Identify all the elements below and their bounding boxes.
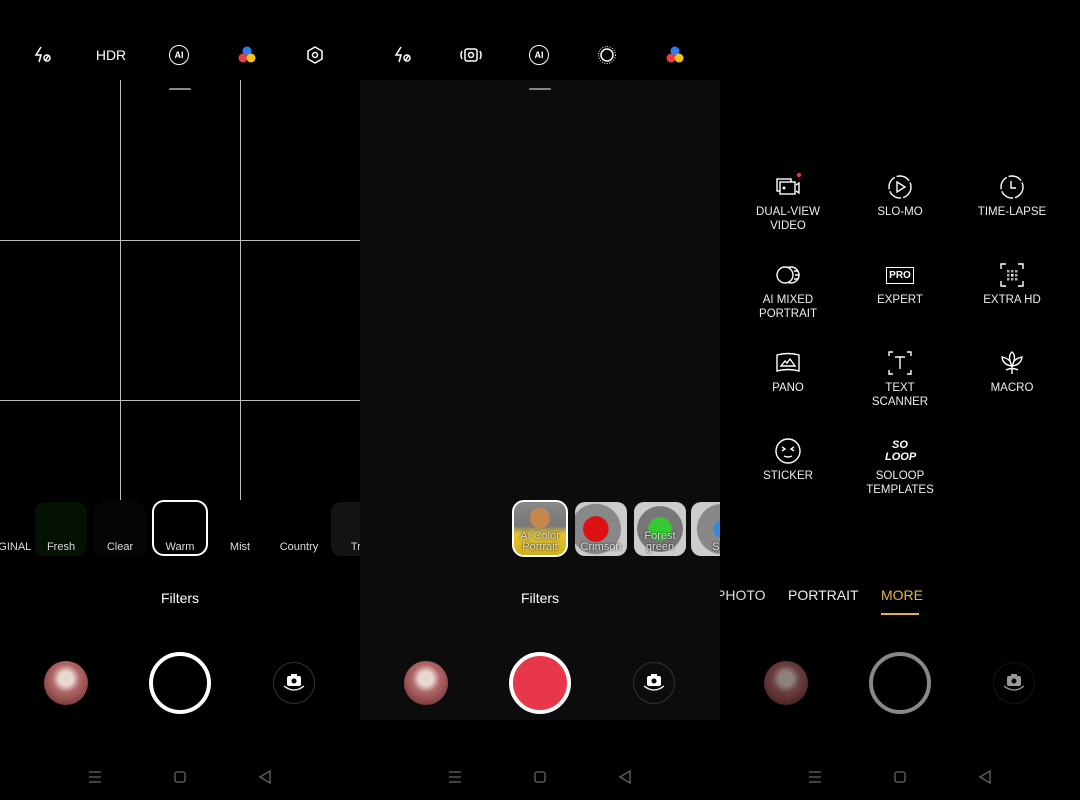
- mode-label: TEXT SCANNER: [871, 382, 929, 408]
- filter-label: Sky b: [712, 541, 720, 553]
- grid-line: [0, 240, 360, 241]
- menu-nav-icon[interactable]: [806, 768, 824, 786]
- more-modes-panel: DUAL-VIEW VIDEO SLO-MO TIME-LAPSE AI MIX…: [720, 0, 1080, 800]
- extra-hd-icon: [1000, 263, 1024, 287]
- grid-line: [240, 80, 241, 500]
- back-nav-icon[interactable]: [256, 768, 274, 786]
- time-lapse-icon: [1000, 175, 1024, 199]
- macro-icon: [1001, 351, 1023, 374]
- flash-off-icon[interactable]: [390, 42, 416, 68]
- switch-camera-button[interactable]: [273, 662, 315, 704]
- mode-dual-view-video[interactable]: DUAL-VIEW VIDEO: [733, 172, 843, 233]
- switch-camera-button[interactable]: [633, 662, 675, 704]
- shutter-button[interactable]: [149, 652, 211, 714]
- mode-label: AI MIXED PORTRAIT: [759, 294, 817, 320]
- switch-camera-icon: [1003, 674, 1025, 691]
- drawer-handle[interactable]: [169, 88, 191, 90]
- mode-macro[interactable]: MACRO: [957, 348, 1067, 395]
- video-panel: AI AI Color Portrait Crimson Forest gree…: [360, 0, 720, 800]
- brightness-icon[interactable]: [594, 42, 620, 68]
- menu-nav-icon[interactable]: [446, 768, 464, 786]
- photo-panel: HDR AI ORIGINAL Fresh Clear Warm Mist Co…: [0, 0, 360, 800]
- mode-ai-mixed-portrait[interactable]: AI MIXED PORTRAIT: [733, 260, 843, 321]
- menu-nav-icon[interactable]: [86, 768, 104, 786]
- ai-icon[interactable]: AI: [166, 42, 192, 68]
- mode-tab-portrait[interactable]: PORTRAIT: [788, 587, 859, 603]
- back-nav-icon[interactable]: [976, 768, 994, 786]
- mode-soloop-templates[interactable]: SO LOOP SOLOOP TEMPLATES: [845, 436, 955, 497]
- mode-label: MACRO: [990, 382, 1034, 394]
- panorama-icon: [776, 352, 800, 372]
- active-tab-indicator: [881, 613, 919, 615]
- mode-label: TIME-LAPSE: [977, 206, 1047, 218]
- home-nav-icon[interactable]: [171, 768, 189, 786]
- gallery-thumbnail[interactable]: [764, 661, 808, 705]
- ai-mixed-portrait-icon: [776, 266, 800, 284]
- mode-pano[interactable]: PANO: [733, 348, 843, 395]
- text-scanner-icon: [888, 351, 912, 375]
- mode-tab-photo[interactable]: PHOTO: [720, 587, 766, 603]
- gallery-thumbnail[interactable]: [404, 661, 448, 705]
- ai-label: AI: [169, 45, 189, 65]
- filter-label: Forest green: [644, 530, 676, 553]
- filters-title: Filters: [160, 590, 200, 606]
- mode-label: STICKER: [763, 470, 813, 482]
- dual-view-video-icon: [776, 172, 802, 195]
- filter-label: Country: [279, 541, 319, 553]
- switch-camera-button[interactable]: [993, 662, 1035, 704]
- filters-title: Filters: [520, 590, 560, 606]
- color-filter-icon[interactable]: [234, 42, 260, 68]
- mode-label: SLO-MO: [877, 206, 923, 218]
- filter-label: Crimson: [580, 541, 622, 553]
- mode-label: PANO: [772, 382, 804, 394]
- switch-camera-icon: [643, 674, 665, 691]
- hdr-icon[interactable]: HDR: [96, 42, 126, 68]
- grid-line: [0, 400, 360, 401]
- mode-label: SOLOOP TEMPLATES: [866, 470, 934, 496]
- color-filter-icon[interactable]: [662, 42, 688, 68]
- filter-label: AI Color Portrait: [520, 530, 560, 553]
- mode-sticker[interactable]: STICKER: [733, 436, 843, 483]
- shutter-button[interactable]: [869, 652, 931, 714]
- pro-icon: PRO: [885, 260, 915, 290]
- drawer-handle[interactable]: [529, 88, 551, 90]
- mode-slo-mo[interactable]: SLO-MO: [845, 172, 955, 219]
- gallery-thumbnail[interactable]: [44, 661, 88, 705]
- home-nav-icon[interactable]: [891, 768, 909, 786]
- mode-text-scanner[interactable]: TEXT SCANNER: [845, 348, 955, 409]
- mode-label: EXTRA HD: [983, 294, 1041, 306]
- pro-icon-text: PRO: [886, 266, 914, 284]
- mode-time-lapse[interactable]: TIME-LAPSE: [957, 172, 1067, 219]
- back-nav-icon[interactable]: [616, 768, 634, 786]
- mode-label: EXPERT: [877, 294, 923, 306]
- flash-off-icon[interactable]: [30, 42, 56, 68]
- sticker-icon: [775, 438, 801, 464]
- settings-icon[interactable]: [302, 42, 328, 68]
- mode-expert[interactable]: PRO EXPERT: [845, 260, 955, 307]
- grid-line: [120, 80, 121, 500]
- camera-stabilize-icon[interactable]: [458, 42, 484, 68]
- ai-label: AI: [529, 45, 549, 65]
- ai-icon[interactable]: AI: [526, 42, 552, 68]
- slow-motion-icon: [888, 175, 912, 199]
- filter-label: Travel: [350, 541, 360, 553]
- mode-label: DUAL-VIEW VIDEO: [756, 206, 820, 232]
- viewfinder[interactable]: [360, 80, 720, 720]
- home-nav-icon[interactable]: [531, 768, 549, 786]
- mode-tab-more[interactable]: MORE: [881, 587, 923, 603]
- switch-camera-icon: [283, 674, 305, 691]
- record-button[interactable]: [509, 652, 571, 714]
- soloop-icon: SO LOOP: [885, 439, 917, 463]
- mode-extra-hd[interactable]: EXTRA HD: [957, 260, 1067, 307]
